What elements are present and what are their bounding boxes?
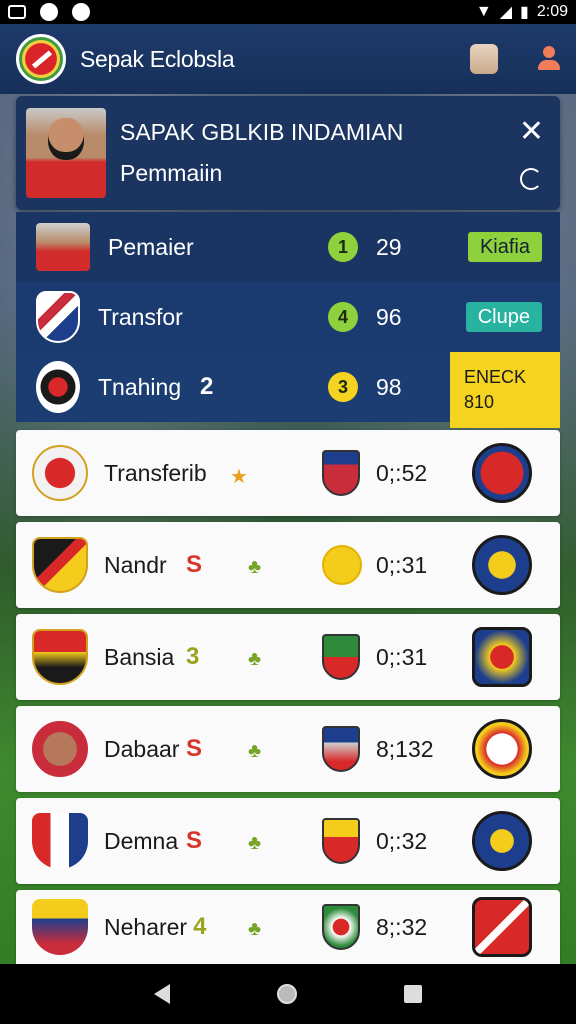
row-label: Pemaier bbox=[108, 233, 194, 260]
app-bar: Sepak Eclobsla bbox=[0, 24, 576, 94]
row-big-number: 2 bbox=[200, 373, 214, 400]
leaf-icon: ♣ bbox=[248, 648, 262, 670]
opponent-crest-icon bbox=[322, 904, 360, 950]
list-item-name: Nandr bbox=[104, 551, 167, 578]
list-item-name: Bansia bbox=[104, 643, 175, 670]
profile-avatar-icon[interactable] bbox=[470, 44, 498, 74]
app-title: Sepak Eclobsla bbox=[80, 45, 235, 72]
team-crest-icon bbox=[472, 719, 532, 779]
club-crest-icon bbox=[32, 445, 88, 501]
row-score: 96 bbox=[376, 303, 402, 330]
team-crest-icon bbox=[472, 897, 532, 957]
row-score: 98 bbox=[376, 373, 402, 400]
list-item-score: 0;:31 bbox=[376, 643, 428, 670]
user-icon[interactable] bbox=[538, 46, 560, 72]
status-time: 2:09 bbox=[536, 3, 568, 20]
list-item[interactable]: Demna S ♣ 0;:32 bbox=[16, 798, 560, 884]
leaf-icon: ♣ bbox=[248, 740, 262, 762]
row-player-thumbnail bbox=[36, 223, 90, 271]
opponent-crest-icon bbox=[322, 818, 360, 864]
team-crest-icon bbox=[472, 811, 532, 871]
list-item-score: 0;:52 bbox=[376, 459, 428, 486]
refresh-icon[interactable] bbox=[520, 168, 542, 190]
club-crest-icon bbox=[32, 813, 88, 869]
player-role: Pemmaiin bbox=[120, 160, 223, 186]
recent-apps-icon[interactable] bbox=[404, 985, 423, 1003]
stat-row-pemaier[interactable]: Pemaier 1 29 Kiafia bbox=[16, 212, 560, 282]
list-item[interactable]: Neharer 4 ♣ 8;:32 bbox=[16, 890, 560, 964]
club-crest-icon bbox=[32, 899, 88, 955]
row-score: 29 bbox=[376, 233, 402, 260]
opponent-crest-icon bbox=[322, 450, 360, 496]
list-item-name: Demna bbox=[104, 827, 179, 854]
club-crest-icon bbox=[32, 721, 88, 777]
opponent-crest-icon bbox=[322, 726, 360, 772]
row-badge: 3 bbox=[328, 372, 358, 402]
opponent-crest-icon bbox=[322, 634, 360, 680]
row-tag-button[interactable]: Kiafia bbox=[467, 232, 542, 262]
club-crest-icon bbox=[32, 629, 88, 685]
list-item-score: 0;:31 bbox=[376, 551, 428, 578]
row-badge: 1 bbox=[328, 232, 358, 262]
list-item-extra: S bbox=[186, 827, 203, 854]
list-item-score: 8;:32 bbox=[376, 913, 428, 940]
club-crest-icon bbox=[32, 537, 88, 593]
back-icon[interactable] bbox=[153, 984, 170, 1004]
signal-icon: ◢ bbox=[499, 4, 513, 21]
club-crest-icon bbox=[36, 291, 80, 343]
row-label: Tnahing bbox=[98, 373, 182, 400]
list-item-name: Dabaar bbox=[104, 735, 180, 762]
system-nav-bar bbox=[0, 964, 576, 1024]
wifi-icon: ▼ bbox=[475, 3, 492, 20]
leaf-icon: ♣ bbox=[248, 556, 262, 578]
download-icon bbox=[72, 3, 90, 21]
tag-line-2: 810 bbox=[464, 392, 495, 412]
row-badge: 4 bbox=[328, 302, 358, 332]
list-item-extra: S bbox=[186, 551, 203, 578]
row-tag-button[interactable]: ENECK 810 bbox=[450, 352, 560, 428]
stat-row-tnahing[interactable]: Tnahing 2 3 98 ENECK 810 bbox=[16, 352, 560, 428]
list-item[interactable]: Dabaar S ♣ 8;132 bbox=[16, 706, 560, 792]
list-item[interactable]: Transferib ★ 0;:52 bbox=[16, 430, 560, 516]
list-item-extra: S bbox=[186, 735, 203, 762]
list-item-extra: 3 bbox=[186, 643, 200, 670]
app-notification-icon bbox=[40, 3, 58, 21]
list-item-extra: 4 bbox=[193, 913, 207, 940]
battery-icon: ▮ bbox=[520, 4, 529, 21]
team-crest-icon bbox=[472, 443, 532, 503]
star-icon: ★ bbox=[230, 466, 248, 488]
row-label: Transfor bbox=[98, 303, 183, 330]
notification-icon bbox=[8, 5, 26, 19]
team-crest-icon bbox=[472, 535, 532, 595]
home-icon[interactable] bbox=[276, 984, 297, 1004]
list-item[interactable]: Bansia 3 ♣ 0;:31 bbox=[16, 614, 560, 700]
player-card[interactable]: SAPAK GBLKIB INDAMIAN Pemmaiin ✕ bbox=[16, 96, 560, 210]
tag-line-1: ENECK bbox=[464, 366, 527, 387]
status-bar: ▼ ◢ ▮ 2:09 bbox=[0, 0, 576, 24]
opponent-crest-icon bbox=[322, 545, 362, 585]
row-tag-button[interactable]: Clupe bbox=[465, 302, 542, 332]
list-item[interactable]: Nandr S ♣ 0;:31 bbox=[16, 522, 560, 608]
list-item-score: 0;:32 bbox=[376, 827, 428, 854]
close-icon[interactable]: ✕ bbox=[519, 114, 544, 149]
player-photo bbox=[26, 108, 106, 198]
team-crest-icon bbox=[472, 627, 532, 687]
list-item-score: 8;132 bbox=[376, 735, 434, 762]
list-item-name: Neharer bbox=[104, 913, 188, 940]
club-crest-icon bbox=[36, 361, 80, 413]
app-logo[interactable] bbox=[16, 34, 66, 84]
list-item-name: Transferib bbox=[104, 459, 207, 486]
leaf-icon: ♣ bbox=[248, 832, 262, 854]
player-name: SAPAK GBLKIB INDAMIAN bbox=[120, 119, 404, 145]
stat-row-transfor[interactable]: Transfor 4 96 Clupe bbox=[16, 282, 560, 352]
leaf-icon: ♣ bbox=[248, 918, 262, 940]
